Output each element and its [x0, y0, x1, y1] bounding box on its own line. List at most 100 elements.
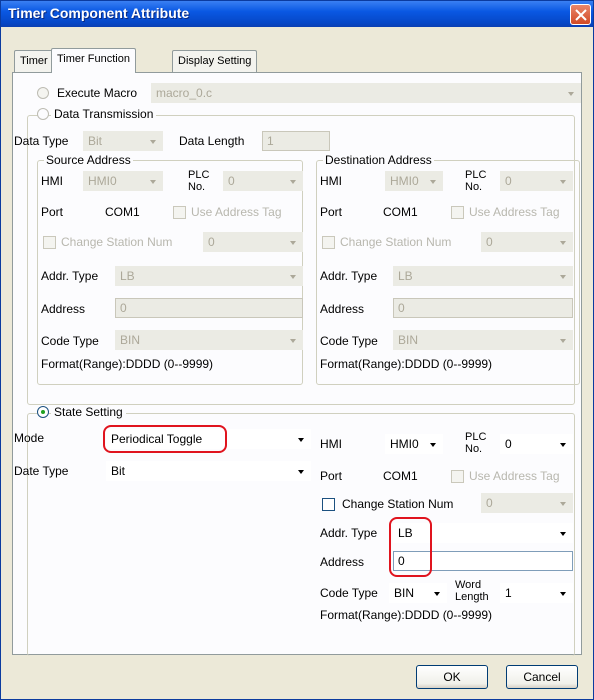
dest-use-address-tag-label: Use Address Tag — [469, 205, 560, 219]
radio-selected-dot — [41, 410, 45, 414]
source-addr-type-label: Addr. Type — [41, 269, 99, 283]
source-port-label: Port — [41, 205, 64, 219]
dest-use-address-tag-checkbox[interactable] — [451, 206, 464, 219]
tab-panel: Execute Macro macro_0.c Data Transmissio… — [12, 72, 582, 656]
source-plc-no-label: No. — [188, 181, 206, 193]
data-type-select[interactable]: Bit — [83, 131, 163, 151]
source-plc-select[interactable]: 0 — [223, 171, 303, 191]
data-transmission-radio[interactable] — [37, 108, 49, 120]
chevron-down-icon — [290, 180, 296, 184]
dest-station-select[interactable]: 0 — [481, 232, 573, 252]
close-button[interactable] — [570, 4, 591, 25]
data-length-field[interactable]: 1 — [262, 131, 330, 151]
dest-plc-label: PLC — [465, 169, 487, 181]
chevron-down-icon — [150, 140, 156, 144]
source-address-title: Source Address — [44, 153, 133, 167]
state-change-station-checkbox[interactable] — [322, 498, 335, 511]
dest-code-type-label: Code Type — [320, 334, 378, 348]
dest-hmi-select[interactable]: HMI0 — [385, 171, 443, 191]
dest-addr-type-select[interactable]: LB — [393, 266, 573, 286]
source-format-label: Format(Range):DDDD (0--9999) — [41, 357, 214, 371]
cancel-button[interactable]: Cancel — [506, 665, 578, 689]
chevron-down-icon — [560, 339, 566, 343]
state-code-type-label: Code Type — [320, 586, 378, 600]
dest-station-value: 0 — [486, 235, 493, 249]
chevron-down-icon — [560, 241, 566, 245]
tab-timer-function[interactable]: Timer Function — [51, 48, 136, 73]
word-label: Word — [455, 579, 482, 591]
date-type-label: Date Type — [14, 464, 69, 478]
length-label: Length — [455, 591, 489, 603]
title-bar[interactable]: Timer Component Attribute — [1, 1, 593, 27]
source-plc-value: 0 — [228, 174, 235, 188]
dest-format-label: Format(Range):DDDD (0--9999) — [320, 357, 493, 371]
dest-address-field[interactable]: 0 — [393, 298, 573, 318]
source-code-type-label: Code Type — [41, 334, 99, 348]
destination-address-title: Destination Address — [323, 153, 434, 167]
state-station-select[interactable]: 0 — [481, 493, 573, 513]
chevron-down-icon — [150, 180, 156, 184]
dest-change-station-checkbox[interactable] — [322, 236, 335, 249]
data-transmission-label: Data Transmission — [51, 107, 157, 121]
source-code-type-value: BIN — [120, 333, 141, 347]
execute-macro-radio[interactable] — [37, 87, 49, 99]
state-addr-type-label: Addr. Type — [320, 526, 378, 540]
state-address-label: Address — [320, 555, 365, 569]
chevron-down-icon — [290, 339, 296, 343]
chevron-down-icon — [298, 438, 304, 442]
state-change-station-label: Change Station Num — [342, 497, 454, 511]
state-station-value: 0 — [486, 496, 493, 510]
tab-label: Timer — [20, 55, 48, 67]
dest-plc-select[interactable]: 0 — [500, 171, 573, 191]
state-setting-radio[interactable] — [37, 406, 49, 418]
chevron-down-icon — [560, 592, 566, 596]
state-port-value: COM1 — [383, 469, 418, 483]
ok-button[interactable]: OK — [416, 665, 488, 689]
mode-highlight — [103, 425, 227, 453]
chevron-down-icon — [290, 241, 296, 245]
state-use-address-tag-label: Use Address Tag — [469, 469, 560, 483]
state-code-type-value: BIN — [394, 586, 415, 600]
source-plc-label: PLC — [188, 169, 210, 181]
data-type-label: Data Type — [14, 134, 69, 148]
state-hmi-label: HMI — [320, 437, 342, 451]
chevron-down-icon — [290, 275, 296, 279]
dest-hmi-value: HMI0 — [390, 174, 419, 188]
tab-timer[interactable]: Timer — [14, 50, 54, 72]
source-address-field[interactable]: 0 — [115, 298, 303, 318]
source-code-type-select[interactable]: BIN — [115, 330, 303, 350]
state-code-type-select[interactable]: BIN — [389, 583, 447, 603]
dialog-window: Timer Component Attribute Timer Timer Fu… — [0, 0, 594, 700]
state-hmi-select[interactable]: HMI0 — [385, 434, 443, 454]
tab-display-setting[interactable]: Display Setting — [172, 50, 258, 72]
dest-addr-type-value: LB — [398, 269, 413, 283]
source-address-label: Address — [41, 302, 86, 316]
dest-port-value: COM1 — [383, 205, 418, 219]
chevron-down-icon — [560, 532, 566, 536]
source-change-station-checkbox[interactable] — [43, 236, 56, 249]
word-length-select[interactable]: 1 — [500, 583, 573, 603]
state-plc-label: PLC — [465, 431, 487, 443]
macro-value: macro_0.c — [156, 86, 213, 100]
dest-address-label: Address — [320, 302, 365, 316]
state-use-address-tag-checkbox[interactable] — [451, 470, 464, 483]
state-plc-no-label: No. — [465, 443, 483, 455]
tab-label: Display Setting — [178, 55, 252, 67]
close-icon — [575, 9, 587, 21]
state-plc-select[interactable]: 0 — [500, 434, 573, 454]
dest-plc-no-label: No. — [465, 181, 483, 193]
chevron-down-icon — [568, 92, 574, 96]
dest-code-type-select[interactable]: BIN — [393, 330, 573, 350]
dest-hmi-label: HMI — [320, 174, 342, 188]
data-length-label: Data Length — [179, 134, 245, 148]
source-station-select[interactable]: 0 — [203, 232, 303, 252]
chevron-down-icon — [430, 180, 436, 184]
date-type-select[interactable]: Bit — [106, 461, 311, 481]
date-type-value: Bit — [111, 464, 126, 478]
macro-select[interactable]: macro_0.c — [151, 83, 581, 103]
source-use-address-tag-checkbox[interactable] — [173, 206, 186, 219]
source-hmi-select[interactable]: HMI0 — [83, 171, 163, 191]
source-addr-type-select[interactable]: LB — [115, 266, 303, 286]
source-station-value: 0 — [208, 235, 215, 249]
source-addr-type-value: LB — [120, 269, 135, 283]
